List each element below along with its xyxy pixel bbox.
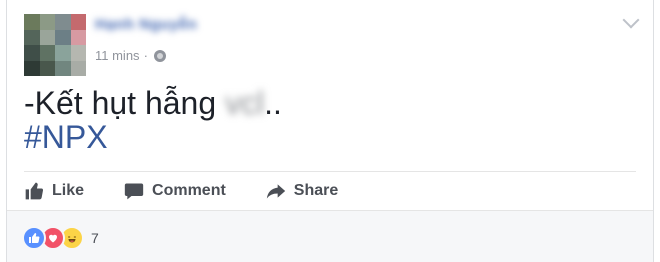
hashtag-link[interactable]: #NPX xyxy=(24,118,108,156)
share-label: Share xyxy=(293,182,339,199)
reaction-count: 7 xyxy=(91,230,99,246)
chevron-down-icon[interactable] xyxy=(622,11,640,29)
post-card: Hạnh Nguyễn 11 mins · -Kết hụt hẫng vcl.… xyxy=(6,0,654,262)
comment-button[interactable]: Comment xyxy=(124,181,226,201)
globe-icon[interactable] xyxy=(153,49,166,62)
post-text-blurred: vcl xyxy=(225,85,265,121)
share-button[interactable]: Share xyxy=(266,181,338,201)
comment-icon xyxy=(124,183,144,200)
post-text-end: .. xyxy=(264,85,282,121)
post-meta: 11 mins · xyxy=(95,48,166,63)
like-label: Like xyxy=(52,182,85,199)
avatar[interactable] xyxy=(24,14,86,76)
thumbs-up-icon xyxy=(25,182,44,200)
post-timestamp[interactable]: 11 mins xyxy=(95,48,140,63)
reactions-footer: 7 xyxy=(7,210,653,262)
post-text-main: -Kết hụt hẫng xyxy=(24,85,226,121)
meta-separator: · xyxy=(143,48,148,63)
post-text: -Kết hụt hẫng vcl.. xyxy=(24,84,282,122)
comment-label: Comment xyxy=(152,182,226,199)
action-bar: Like Comment Share xyxy=(24,172,636,210)
reactions-summary[interactable]: 7 xyxy=(22,226,99,250)
share-arrow-icon xyxy=(266,184,285,199)
like-reaction-icon xyxy=(22,226,46,250)
author-name[interactable]: Hạnh Nguyễn xyxy=(95,16,197,33)
like-button[interactable]: Like xyxy=(24,181,84,201)
